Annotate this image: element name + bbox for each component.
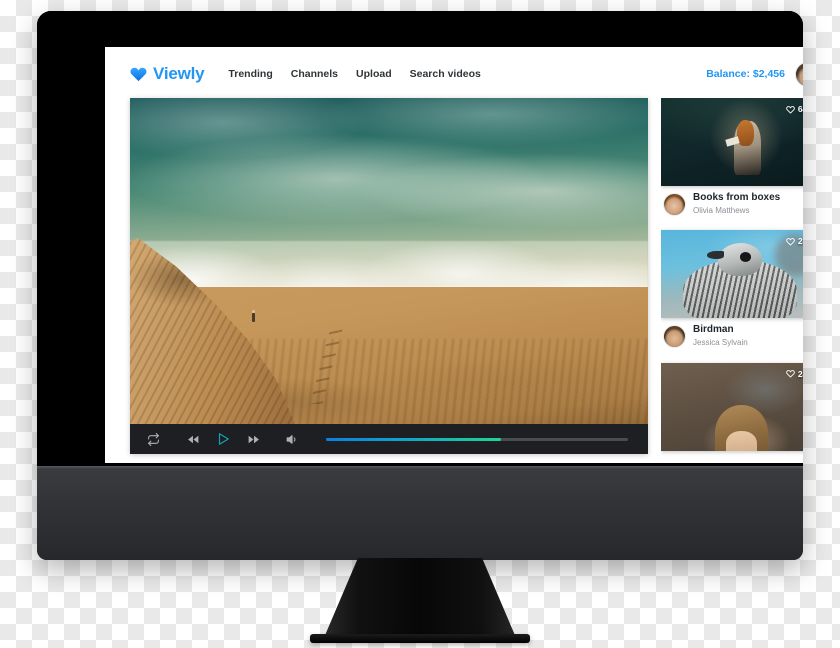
avatar-image <box>664 193 685 215</box>
like-count: 64k <box>797 104 803 114</box>
monitor-device: Viewly Trending Channels Upload Search v… <box>37 11 803 560</box>
like-badge: 64k <box>786 104 803 114</box>
thumbnail-image <box>661 362 803 451</box>
monitor-stand-neck <box>323 558 517 640</box>
list-item[interactable]: 24k <box>661 362 803 451</box>
video-thumbnail[interactable]: 28k <box>661 230 803 319</box>
video-author[interactable]: Jessica Sylvain <box>693 338 748 349</box>
app-logo-text: Viewly <box>153 64 205 83</box>
player-controls <box>130 424 648 454</box>
progress-bar[interactable] <box>326 428 628 450</box>
video-list-sidebar[interactable]: 64k Books from boxes Olivia Matthews <box>661 98 803 463</box>
list-item[interactable]: 64k Books from boxes Olivia Matthews <box>661 98 803 219</box>
monitor-stand-base <box>310 634 530 643</box>
volume-icon[interactable] <box>280 428 302 450</box>
author-avatar[interactable] <box>663 192 686 216</box>
like-count: 24k <box>797 368 803 379</box>
heart-outline-icon <box>786 105 795 114</box>
play-icon[interactable] <box>212 428 234 450</box>
video-thumbnail[interactable]: 64k <box>661 98 803 186</box>
like-count: 28k <box>797 236 803 247</box>
avatar-image <box>664 325 685 347</box>
rewind-icon[interactable] <box>182 428 204 450</box>
thumbnail-image <box>661 98 803 186</box>
video-thumbnail[interactable]: 24k <box>661 362 803 451</box>
list-item[interactable]: 28k Birdman Jessica Sylvain <box>661 230 803 351</box>
screen-content: Viewly Trending Channels Upload Search v… <box>105 47 803 463</box>
heart-outline-icon <box>786 237 795 246</box>
nav-trending[interactable]: Trending <box>228 68 272 80</box>
video-title[interactable]: Books from boxes <box>693 192 780 205</box>
nav-channels[interactable]: Channels <box>291 68 338 80</box>
bird-eye <box>740 252 752 262</box>
video-meta: Birdman Jessica Sylvain <box>661 318 803 350</box>
author-avatar[interactable] <box>663 324 686 348</box>
video-author[interactable]: Olivia Matthews <box>693 206 780 217</box>
video-frame <box>130 98 648 424</box>
like-badge: 24k <box>786 369 803 379</box>
app-logo[interactable]: Viewly <box>130 64 205 84</box>
repeat-icon[interactable] <box>142 428 164 450</box>
monitor-chin <box>37 466 803 560</box>
like-badge: 28k <box>786 236 803 246</box>
progress-fill <box>326 437 502 441</box>
video-meta-text: Birdman Jessica Sylvain <box>693 324 748 348</box>
page-root: Viewly Trending Channels Upload Search v… <box>0 0 840 648</box>
bird-beak <box>706 251 725 260</box>
video-title[interactable]: Birdman <box>693 324 748 337</box>
face-shape <box>725 431 758 451</box>
balance-label: Balance: $2,456 <box>706 68 785 80</box>
heart-icon <box>130 66 147 82</box>
avatar-image <box>796 62 803 86</box>
nav-search-videos[interactable]: Search videos <box>410 68 481 80</box>
user-avatar[interactable] <box>795 61 803 87</box>
progress-track <box>326 437 628 441</box>
app-header: Viewly Trending Channels Upload Search v… <box>105 47 803 101</box>
heart-outline-icon <box>786 370 795 378</box>
video-meta-text: Books from boxes Olivia Matthews <box>693 192 780 216</box>
nav-upload[interactable]: Upload <box>356 68 392 80</box>
thumbnail-image <box>661 230 803 319</box>
person-walking <box>251 310 255 323</box>
video-player[interactable] <box>130 98 648 454</box>
fast-forward-icon[interactable] <box>242 428 264 450</box>
chin-highlight <box>37 466 803 469</box>
video-meta: Books from boxes Olivia Matthews <box>661 186 803 218</box>
